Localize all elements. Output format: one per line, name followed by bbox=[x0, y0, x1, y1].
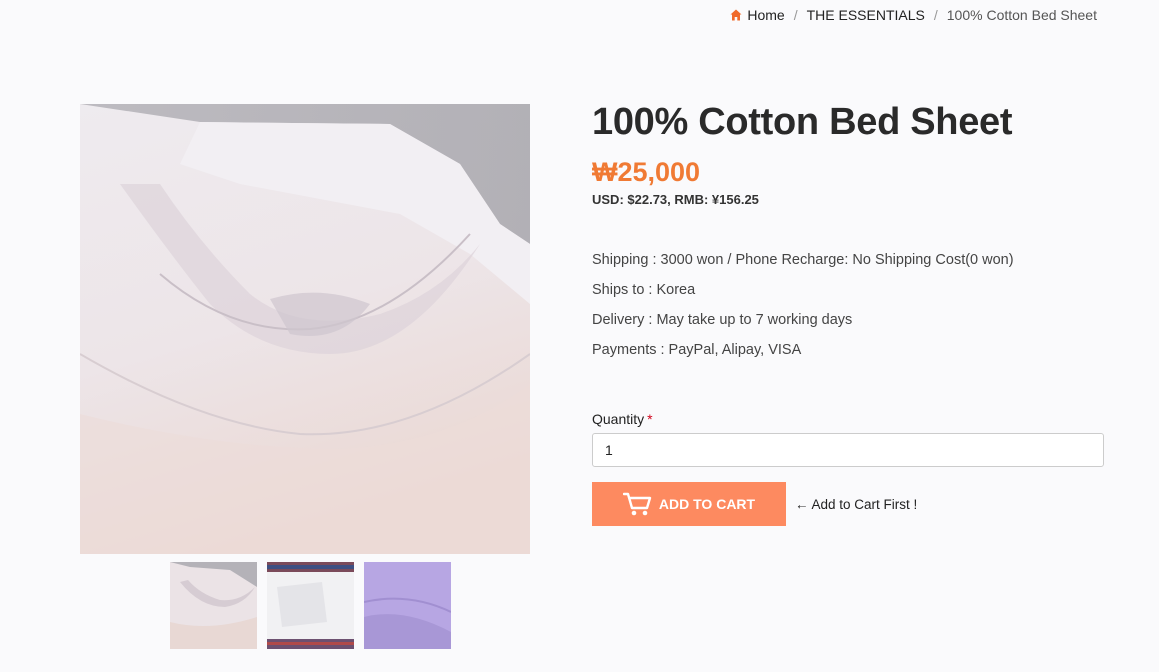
product-price: ₩25,000 bbox=[592, 157, 701, 187]
product-info: 100% Cotton Bed Sheet ₩25,000 USD: $22.7… bbox=[592, 96, 1104, 526]
breadcrumb: Home / THE ESSENTIALS / 100% Cotton Bed … bbox=[730, 7, 1097, 23]
breadcrumb-home-link[interactable]: Home bbox=[747, 7, 784, 23]
quantity-label-text: Quantity bbox=[592, 411, 645, 427]
product-thumbnails bbox=[170, 562, 451, 649]
breadcrumb-current: 100% Cotton Bed Sheet bbox=[946, 7, 1097, 23]
home-icon bbox=[730, 9, 742, 21]
cart-row: ADD TO CART ← Add to Cart First ! bbox=[592, 482, 1104, 526]
delivery-info: Delivery : May take up to 7 working days bbox=[592, 312, 853, 328]
breadcrumb-separator: / bbox=[933, 7, 938, 23]
quantity-input[interactable] bbox=[592, 433, 1104, 467]
breadcrumb-separator: / bbox=[793, 7, 798, 23]
product-thumbnail[interactable] bbox=[267, 562, 354, 649]
add-to-cart-label: ADD TO CART bbox=[658, 496, 756, 512]
product-title: 100% Cotton Bed Sheet bbox=[592, 101, 1013, 143]
add-to-cart-button[interactable]: ADD TO CART bbox=[592, 482, 786, 526]
product-thumbnail[interactable] bbox=[170, 562, 257, 649]
product-main-image bbox=[80, 104, 530, 554]
quantity-label: Quantity * bbox=[592, 411, 1104, 427]
cart-hint: ← Add to Cart First ! bbox=[795, 496, 918, 512]
product-price-alt: USD: $22.73, RMB: ¥156.25 bbox=[592, 192, 759, 207]
breadcrumb-category-link[interactable]: THE ESSENTIALS bbox=[807, 7, 925, 23]
shipping-info: Shipping : 3000 won / Phone Recharge: No… bbox=[592, 252, 1014, 268]
cart-icon bbox=[622, 492, 652, 516]
payments-info: Payments : PayPal, Alipay, VISA bbox=[592, 342, 802, 358]
required-mark: * bbox=[647, 411, 653, 427]
product-details: Shipping : 3000 won / Phone Recharge: No… bbox=[592, 245, 1104, 365]
product-thumbnail[interactable] bbox=[364, 562, 451, 649]
ships-to-info: Ships to : Korea bbox=[592, 282, 696, 298]
